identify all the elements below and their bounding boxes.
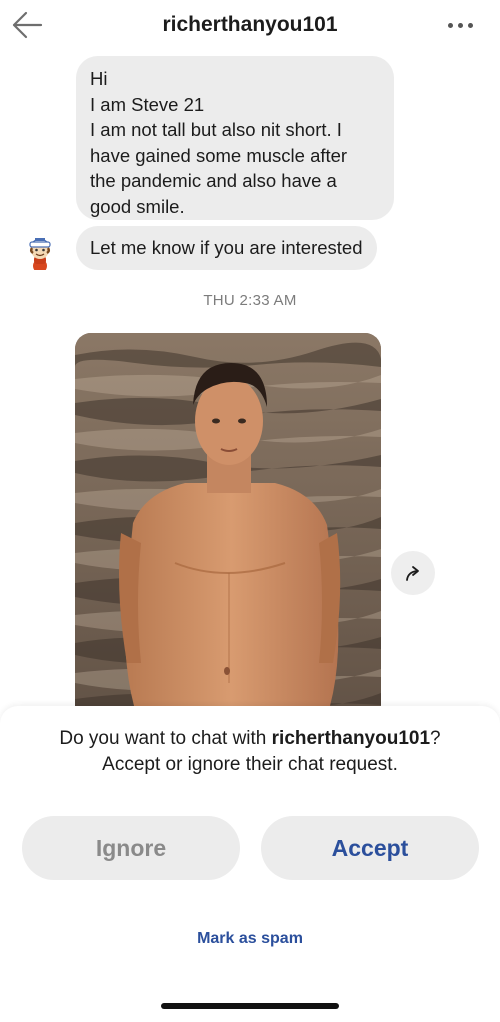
message-line: the pandemic and also have a <box>90 170 337 191</box>
chat-request-prompt: Do you want to chat with richerthanyou10… <box>0 726 500 778</box>
mark-as-spam-link[interactable]: Mark as spam <box>0 930 500 948</box>
prompt-username: richerthanyou101 <box>271 728 431 749</box>
share-arrow-icon <box>406 566 419 581</box>
more-options-button[interactable] <box>438 10 482 40</box>
ignore-button[interactable]: Ignore <box>22 816 240 880</box>
message-line: I am not tall but also nit short. I <box>90 119 342 140</box>
prompt-text: ? <box>430 728 441 749</box>
message-line: good smile. <box>90 195 185 217</box>
accept-button[interactable]: Accept <box>261 816 479 880</box>
message-line: I am Steve 21 <box>90 93 205 115</box>
prompt-text: Do you want to chat with <box>59 728 272 749</box>
home-indicator[interactable] <box>161 1003 339 1009</box>
share-button[interactable] <box>391 551 435 595</box>
message-line: Hi <box>90 68 108 89</box>
prompt-subtext: Accept or ignore their chat request. <box>102 754 398 775</box>
message-timestamp: THU 2:33 AM <box>203 292 297 309</box>
back-button[interactable] <box>8 8 46 42</box>
message-line: have gained some muscle after <box>90 144 348 166</box>
arrow-left-icon <box>12 11 43 39</box>
chat-title: richerthanyou101 <box>162 13 338 36</box>
photo-message[interactable] <box>75 333 381 753</box>
message-bubble: Hi I am Steve 21 I am not tall but also … <box>76 56 394 220</box>
message-bubble: Let me know if you are interested <box>76 226 377 270</box>
more-horizontal-icon <box>447 22 453 28</box>
chat-request-sheet: Do you want to chat with richerthanyou10… <box>0 706 500 1022</box>
sender-avatar[interactable] <box>20 226 60 273</box>
chat-header: richerthanyou101 <box>0 0 500 52</box>
